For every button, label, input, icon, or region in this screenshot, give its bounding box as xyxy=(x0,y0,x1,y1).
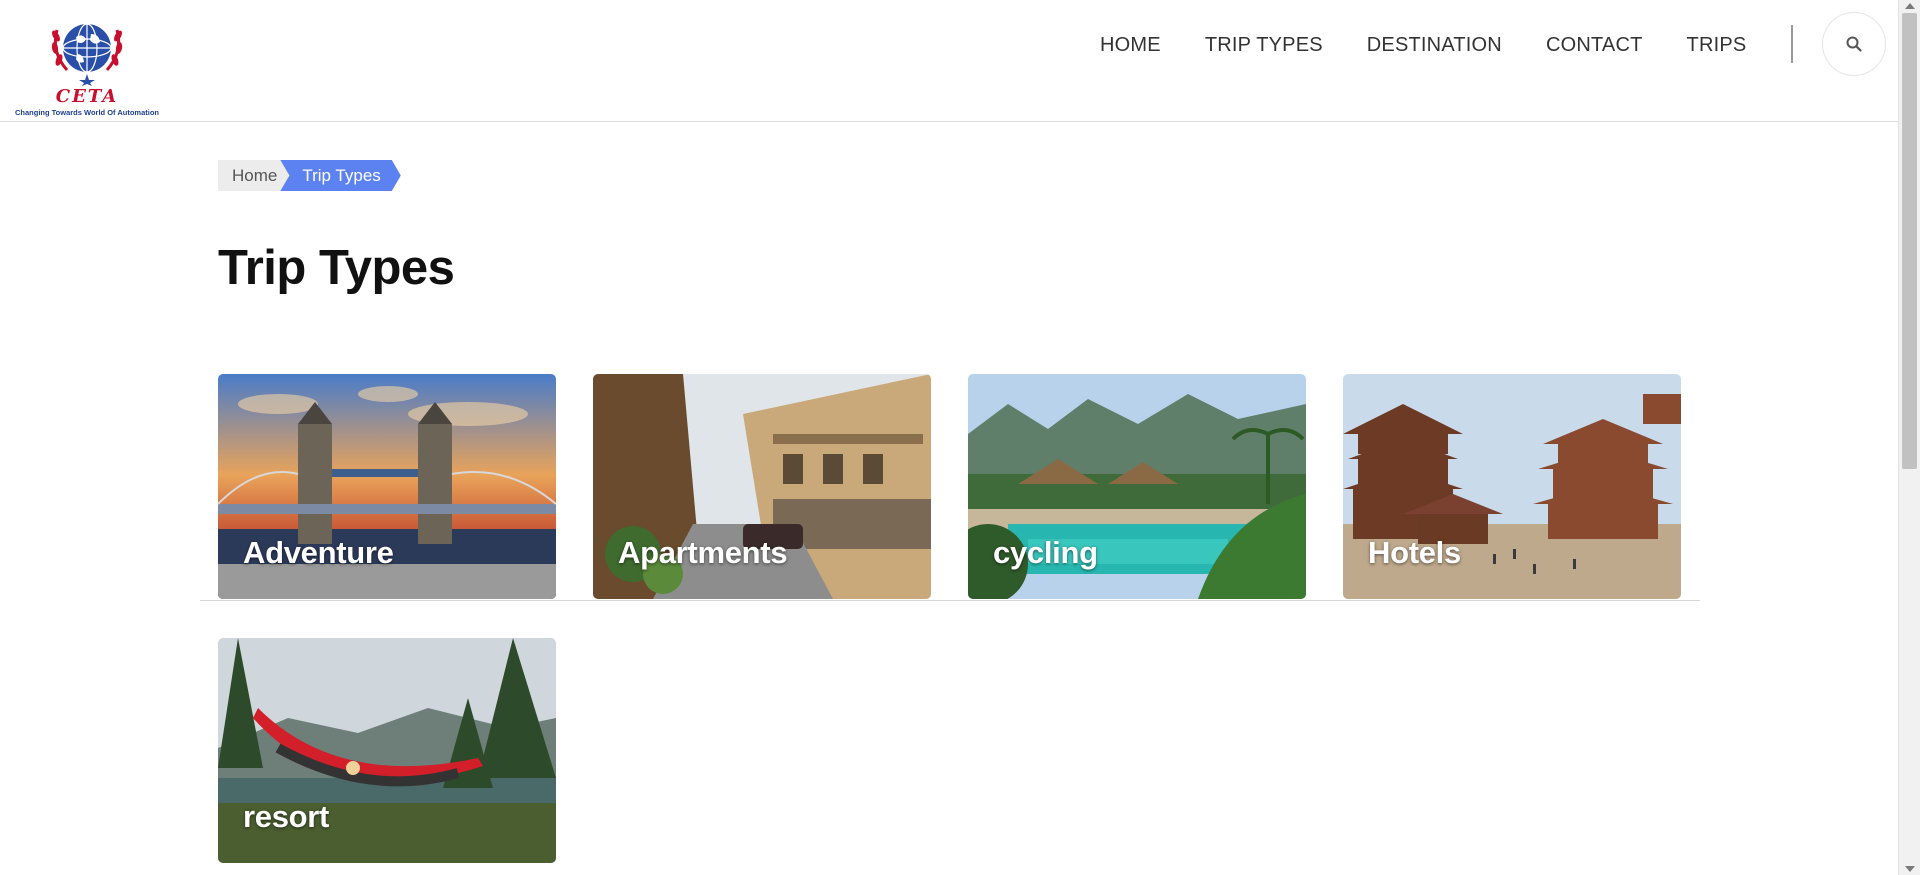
breadcrumb-current: Trip Types xyxy=(280,160,400,191)
nav-divider xyxy=(1791,25,1793,63)
trip-type-card-hotels[interactable]: Hotels xyxy=(1343,374,1681,599)
nav-trips[interactable]: TRIPS xyxy=(1687,30,1747,60)
scroll-down-arrow-icon[interactable] xyxy=(1905,866,1915,872)
trip-type-card-adventure[interactable]: Adventure xyxy=(218,374,556,599)
breadcrumb-home[interactable]: Home xyxy=(218,160,289,191)
trip-type-label: Apartments xyxy=(618,535,788,570)
main-nav: HOME TRIP TYPES DESTINATION CONTACT TRIP… xyxy=(1100,30,1790,60)
search-button[interactable] xyxy=(1822,12,1886,76)
globe-laurel-icon xyxy=(51,23,123,86)
trip-type-card-apartments[interactable]: Apartments xyxy=(593,374,931,599)
scroll-thumb[interactable] xyxy=(1902,13,1917,469)
site-header: CETA Changing Towards World Of Automatio… xyxy=(0,0,1898,122)
row-divider xyxy=(200,600,1700,601)
trip-type-card-resort[interactable]: resort xyxy=(218,638,556,863)
scroll-up-arrow-icon[interactable] xyxy=(1905,3,1915,9)
breadcrumb: Home Trip Types xyxy=(218,160,401,191)
trip-type-label: Hotels xyxy=(1368,535,1461,570)
trip-type-label: cycling xyxy=(993,535,1098,570)
logo-title: CETA xyxy=(55,86,119,107)
logo-tagline: Changing Towards World Of Automation xyxy=(14,108,160,117)
site-logo[interactable]: CETA Changing Towards World Of Automatio… xyxy=(12,10,162,120)
page-title: Trip Types xyxy=(218,241,455,295)
page-scrollbar[interactable] xyxy=(1898,0,1920,875)
nav-destination[interactable]: DESTINATION xyxy=(1367,30,1502,60)
trip-type-label: Adventure xyxy=(243,535,394,570)
nav-contact[interactable]: CONTACT xyxy=(1546,30,1643,60)
search-icon xyxy=(1846,36,1862,52)
trip-type-card-cycling[interactable]: cycling xyxy=(968,374,1306,599)
nav-home[interactable]: HOME xyxy=(1100,30,1161,60)
nav-trip-types[interactable]: TRIP TYPES xyxy=(1205,30,1323,60)
trip-type-label: resort xyxy=(243,799,330,834)
